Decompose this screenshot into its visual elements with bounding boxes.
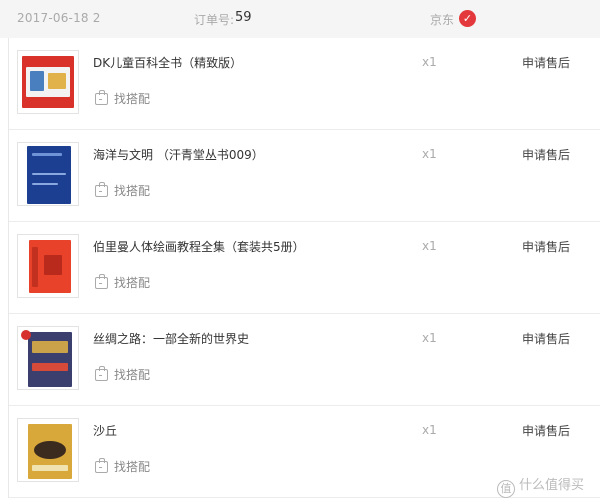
match-icon bbox=[95, 182, 108, 197]
item-quantity: x1 bbox=[422, 147, 437, 161]
book-cover-art bbox=[32, 363, 68, 371]
match-icon bbox=[95, 274, 108, 289]
after-sales-button[interactable]: 申请售后 bbox=[522, 146, 570, 163]
match-icon bbox=[95, 458, 108, 473]
find-match-label: 找搭配 bbox=[114, 460, 151, 474]
jd-logo-icon[interactable]: ✓ bbox=[459, 10, 476, 27]
watermark-text: 什么值得买 bbox=[518, 478, 584, 493]
match-icon bbox=[95, 366, 108, 381]
site-watermark: 值什么值得买 bbox=[496, 474, 584, 498]
product-title[interactable]: 海洋与文明 （汗青堂丛书009） bbox=[93, 146, 264, 163]
product-title[interactable]: 丝绸之路：一部全新的世界史 bbox=[93, 330, 249, 347]
book-cover-art bbox=[32, 183, 58, 185]
item-quantity: x1 bbox=[422, 331, 437, 345]
order-number-label: 订单号: bbox=[194, 13, 235, 27]
after-sales-button[interactable]: 申请售后 bbox=[522, 54, 570, 71]
item-quantity: x1 bbox=[422, 239, 437, 253]
find-match-label: 找搭配 bbox=[114, 276, 151, 290]
product-thumbnail[interactable] bbox=[17, 326, 79, 390]
item-quantity: x1 bbox=[422, 423, 437, 437]
book-cover-art bbox=[32, 173, 66, 175]
find-match-label: 找搭配 bbox=[114, 184, 151, 198]
after-sales-button[interactable]: 申请售后 bbox=[522, 238, 570, 255]
book-cover-art bbox=[32, 465, 68, 471]
book-cover-art bbox=[32, 341, 68, 353]
product-thumbnail[interactable] bbox=[17, 50, 79, 114]
item-quantity: x1 bbox=[422, 55, 437, 69]
book-cover-art bbox=[48, 73, 66, 89]
book-cover-art bbox=[32, 153, 62, 156]
match-icon bbox=[95, 90, 108, 105]
book-cover-art bbox=[34, 441, 66, 459]
order-number: 59 bbox=[235, 10, 252, 25]
after-sales-button[interactable]: 申请售后 bbox=[522, 422, 570, 439]
product-thumbnail[interactable] bbox=[17, 418, 79, 482]
find-match-label: 找搭配 bbox=[114, 368, 151, 382]
after-sales-button[interactable]: 申请售后 bbox=[522, 330, 570, 347]
product-title[interactable]: 沙丘 bbox=[93, 422, 117, 439]
order-item-row: 丝绸之路：一部全新的世界史 找搭配 x1 申请售后 bbox=[9, 314, 600, 406]
find-match-button[interactable]: 找搭配 bbox=[95, 458, 150, 475]
smzdm-logo-icon: 值 bbox=[496, 480, 515, 498]
promo-badge-icon bbox=[21, 330, 31, 340]
order-item-list: DK儿童百科全书（精致版） 找搭配 x1 申请售后 海洋与文明 （汗青堂丛书00… bbox=[8, 38, 600, 498]
find-match-button[interactable]: 找搭配 bbox=[95, 366, 150, 383]
find-match-button[interactable]: 找搭配 bbox=[95, 274, 150, 291]
order-item-row: 伯里曼人体绘画教程全集（套装共5册） 找搭配 x1 申请售后 bbox=[9, 222, 600, 314]
book-cover-art bbox=[32, 247, 38, 287]
order-item-row: 海洋与文明 （汗青堂丛书009） 找搭配 x1 申请售后 bbox=[9, 130, 600, 222]
order-date: 2017-06-18 2 bbox=[17, 11, 101, 25]
book-cover-art bbox=[30, 71, 44, 91]
product-thumbnail[interactable] bbox=[17, 142, 79, 206]
product-title[interactable]: DK儿童百科全书（精致版） bbox=[93, 54, 242, 71]
find-match-label: 找搭配 bbox=[114, 92, 151, 106]
product-title[interactable]: 伯里曼人体绘画教程全集（套装共5册） bbox=[93, 238, 305, 255]
order-item-row: DK儿童百科全书（精致版） 找搭配 x1 申请售后 bbox=[9, 38, 600, 130]
find-match-button[interactable]: 找搭配 bbox=[95, 182, 150, 199]
shop-name[interactable]: 京东 bbox=[430, 11, 454, 28]
find-match-button[interactable]: 找搭配 bbox=[95, 90, 150, 107]
book-cover-art bbox=[44, 255, 62, 275]
product-thumbnail[interactable] bbox=[17, 234, 79, 298]
order-header: 2017-06-18 2 订单号: 59 京东 ✓ bbox=[0, 0, 600, 38]
